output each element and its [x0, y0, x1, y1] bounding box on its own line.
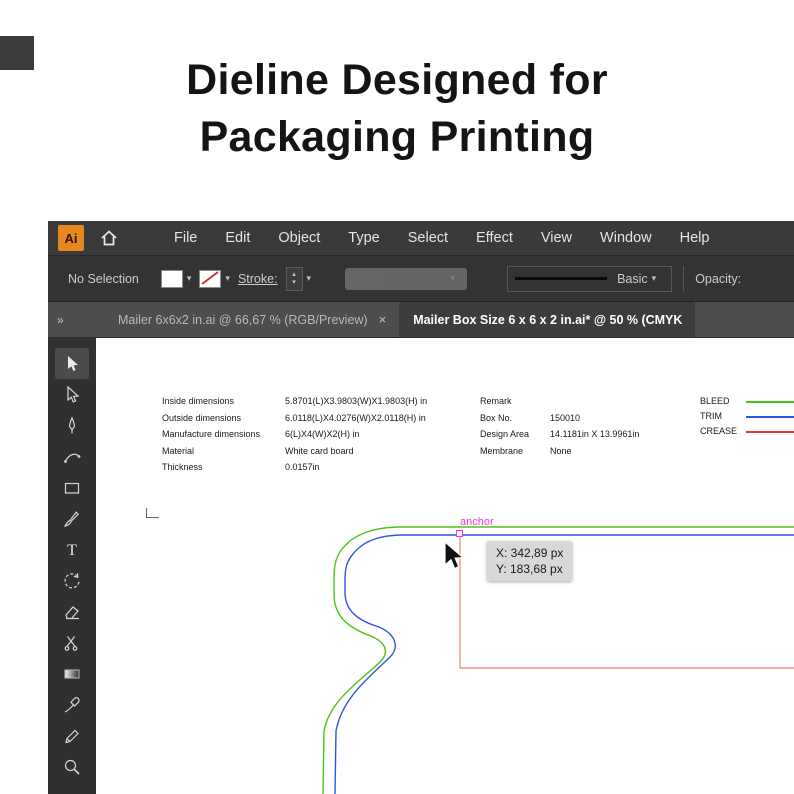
menu-type[interactable]: Type: [334, 230, 393, 246]
rectangle-tool-icon[interactable]: [55, 472, 89, 503]
spec-value: 14.1181in X 13.9961in: [550, 430, 639, 439]
stroke-color-swatch[interactable]: [199, 270, 221, 288]
stroke-preview-line: [515, 277, 607, 280]
spec-label: Remark: [480, 397, 550, 406]
selection-status: No Selection: [68, 272, 139, 286]
bleed-line-swatch: [746, 401, 794, 403]
smart-guide-anchor-label: anchor: [460, 516, 494, 528]
mouse-cursor-icon: [444, 541, 466, 576]
stepper-down-icon[interactable]: ▾: [292, 279, 296, 287]
artboard-corner-mark: [146, 508, 159, 518]
control-bar: No Selection ▾ ▾ Stroke: ▴▾ ▾ ▾ Basic ▾ …: [48, 256, 794, 302]
legend-label: BLEED: [700, 397, 746, 406]
chevron-down-icon: ▾: [652, 273, 657, 284]
menu-window[interactable]: Window: [586, 230, 666, 246]
illustrator-logo-icon[interactable]: Ai: [58, 225, 84, 251]
stroke-weight-stepper[interactable]: ▴▾: [286, 267, 303, 291]
app-body: T: [48, 338, 794, 794]
menu-effect[interactable]: Effect: [462, 230, 527, 246]
legend-label: TRIM: [700, 412, 746, 421]
spec-value: [550, 397, 639, 406]
spec-label: Manufacture dimensions: [162, 430, 285, 439]
line-legend: BLEED TRIM CREASE: [700, 397, 794, 436]
eraser-tool-icon[interactable]: [55, 596, 89, 627]
spec-table-right: Remark Box No.150010 Design Area14.1181i…: [480, 397, 639, 456]
crease-line-swatch: [746, 431, 794, 433]
eyedropper-tool-icon[interactable]: [55, 689, 89, 720]
chevron-down-icon[interactable]: ▾: [225, 273, 230, 284]
menu-help[interactable]: Help: [666, 230, 724, 246]
chevron-down-icon[interactable]: ▾: [307, 273, 312, 284]
rotate-tool-icon[interactable]: [55, 565, 89, 596]
spec-label: Thickness: [162, 463, 285, 472]
type-tool-icon[interactable]: T: [55, 534, 89, 565]
fill-color-swatch[interactable]: [161, 270, 183, 288]
stroke-weight-label[interactable]: Stroke:: [238, 272, 278, 286]
spec-label: Box No.: [480, 414, 550, 423]
paintbrush-tool-icon[interactable]: [55, 503, 89, 534]
document-tab-active[interactable]: Mailer Box Size 6 x 6 x 2 in.ai* @ 50 % …: [400, 302, 695, 337]
coordinate-tooltip: X: 342,89 px Y: 183,68 px: [487, 541, 572, 581]
illustrator-window: Ai File Edit Object Type Select Effect V…: [48, 221, 794, 794]
brush-name: Basic: [617, 272, 648, 286]
spec-label: Outside dimensions: [162, 414, 285, 423]
spec-label: Membrane: [480, 447, 550, 456]
spec-value: 5.8701(L)X3.9803(W)X1.9803(H) in: [285, 397, 427, 406]
spec-value: None: [550, 447, 639, 456]
selection-tool-icon[interactable]: [55, 348, 89, 379]
gradient-tool-icon[interactable]: [55, 658, 89, 689]
spec-table-left: Inside dimensions5.8701(L)X3.9803(W)X1.9…: [162, 397, 427, 472]
opacity-label[interactable]: Opacity:: [695, 272, 741, 286]
menu-select[interactable]: Select: [394, 230, 462, 246]
close-icon[interactable]: ×: [379, 312, 387, 327]
spec-value: 0.0157in: [285, 463, 427, 472]
scissors-tool-icon[interactable]: [55, 627, 89, 658]
menu-view[interactable]: View: [527, 230, 586, 246]
pen-tool-icon[interactable]: [55, 410, 89, 441]
curvature-tool-icon[interactable]: [55, 441, 89, 472]
spec-value: 150010: [550, 414, 639, 423]
menu-items: File Edit Object Type Select Effect View…: [160, 230, 723, 246]
spec-value: 6(L)X4(W)X2(H) in: [285, 430, 427, 439]
tooltip-x: X: 342,89 px: [496, 545, 563, 561]
tab-label: Mailer Box Size 6 x 6 x 2 in.ai* @ 50 % …: [413, 313, 682, 327]
tab-label: Mailer 6x6x2 in.ai @ 66,67 % (RGB/Previe…: [118, 313, 368, 327]
menu-file[interactable]: File: [160, 230, 211, 246]
document-tab-bar: » Mailer 6x6x2 in.ai @ 66,67 % (RGB/Prev…: [48, 302, 794, 338]
tool-panel: T: [48, 338, 96, 794]
trim-line-swatch: [746, 416, 794, 418]
page-title-line2: Packaging Printing: [0, 109, 794, 166]
home-icon[interactable]: [94, 225, 124, 251]
chevron-down-icon: ▾: [451, 273, 456, 284]
zoom-tool-icon[interactable]: [55, 751, 89, 782]
divider: [683, 266, 684, 292]
chevron-down-icon[interactable]: ▾: [187, 273, 192, 284]
spec-label: Design Area: [480, 430, 550, 439]
document-tab-inactive[interactable]: Mailer 6x6x2 in.ai @ 66,67 % (RGB/Previe…: [105, 302, 400, 337]
menu-bar: Ai File Edit Object Type Select Effect V…: [48, 221, 794, 256]
spec-label: Inside dimensions: [162, 397, 285, 406]
spec-value: 6.0118(L)X4.0276(W)X2.0118(H) in: [285, 414, 427, 423]
panel-collapse-icon[interactable]: »: [48, 302, 105, 337]
brush-definition-dropdown[interactable]: Basic ▾: [507, 266, 672, 292]
stepper-up-icon[interactable]: ▴: [292, 271, 296, 279]
page-title-line1: Dieline Designed for: [0, 52, 794, 109]
pencil-tool-icon[interactable]: [55, 720, 89, 751]
page-title: Dieline Designed for Packaging Printing: [0, 52, 794, 166]
menu-object[interactable]: Object: [264, 230, 334, 246]
spec-label: Material: [162, 447, 285, 456]
width-profile-dropdown[interactable]: ▾: [345, 268, 467, 290]
legend-label: CREASE: [700, 427, 746, 436]
direct-selection-tool-icon[interactable]: [55, 379, 89, 410]
anchor-point[interactable]: [456, 530, 463, 537]
artboard-canvas[interactable]: Inside dimensions5.8701(L)X3.9803(W)X1.9…: [96, 338, 794, 794]
spec-value: White card board: [285, 447, 427, 456]
menu-edit[interactable]: Edit: [211, 230, 264, 246]
svg-text:T: T: [67, 542, 77, 559]
tooltip-y: Y: 183,68 px: [496, 561, 563, 577]
